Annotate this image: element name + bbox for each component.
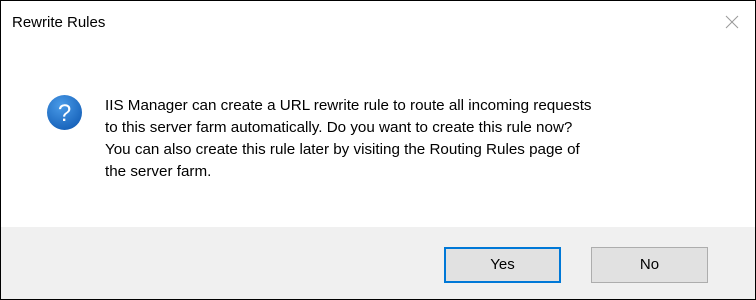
no-button[interactable]: No [591,247,708,283]
close-icon [725,15,739,29]
button-bar: Yes No [1,227,755,299]
question-glyph: ? [58,100,71,127]
window-title: Rewrite Rules [12,14,106,31]
title-bar[interactable]: Rewrite Rules [1,1,755,47]
message-line: You can also create this rule later by v… [105,141,580,158]
message-line: the server farm. [105,163,212,180]
dialog-message: IIS Manager can create a URL rewrite rul… [105,95,725,183]
message-line: IIS Manager can create a URL rewrite rul… [105,97,592,114]
yes-button[interactable]: Yes [444,247,561,283]
dialog-window: Rewrite Rules ? IIS Manager can create a… [0,0,756,300]
message-line: to this server farm automatically. Do yo… [105,119,573,136]
close-button[interactable] [709,1,755,47]
dialog-content: ? IIS Manager can create a URL rewrite r… [1,47,755,227]
question-icon: ? [47,95,82,130]
